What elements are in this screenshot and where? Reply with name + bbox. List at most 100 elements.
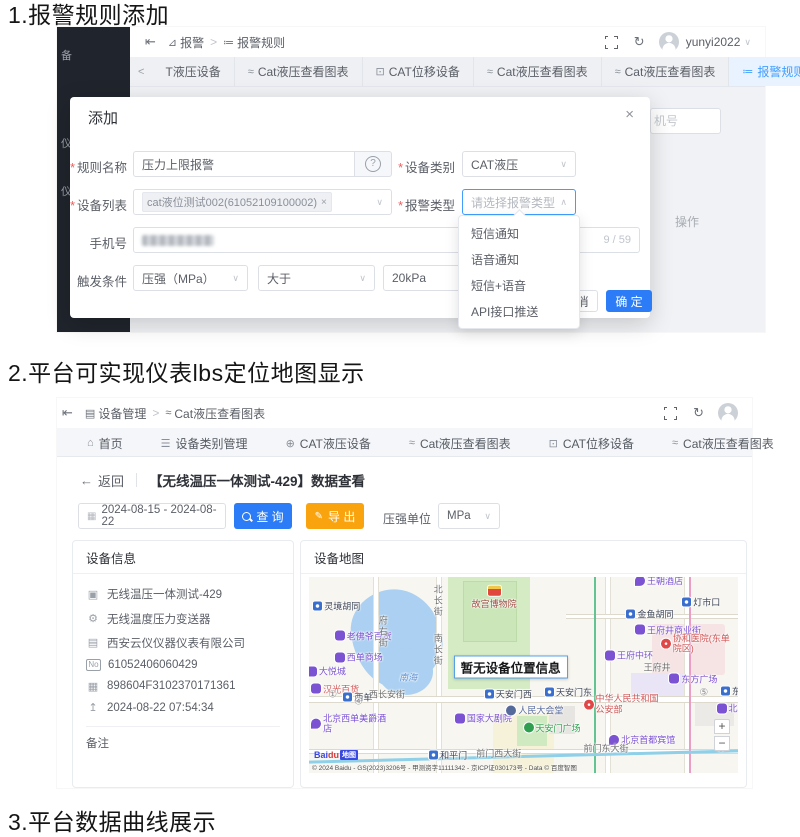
poi-icon bbox=[717, 703, 727, 713]
subway-station-icon bbox=[721, 686, 730, 695]
palace-icon bbox=[488, 585, 501, 595]
chevron-down-icon: ∨ bbox=[484, 511, 491, 522]
map-label-text: 大悦城 bbox=[319, 665, 346, 678]
dropdown-option[interactable]: 短信通知 bbox=[459, 220, 579, 246]
company-icon: ▤ bbox=[86, 636, 100, 649]
baidu-map[interactable]: 暂无设备位置信息 + − Baidu地图 © 2024 Baidu - GS(2… bbox=[309, 577, 738, 773]
divider bbox=[86, 726, 280, 727]
modal-title: 添加 bbox=[88, 107, 118, 128]
rule-name-help[interactable]: ? bbox=[355, 151, 392, 177]
username[interactable]: yunyi2022 bbox=[686, 35, 741, 49]
breadcrumb-section[interactable]: 设备管理 bbox=[98, 405, 146, 422]
collapse-menu-icon[interactable]: ⇤ bbox=[145, 34, 156, 50]
tab-Cat液压查看图表[interactable]: ≈Cat液压查看图表 bbox=[474, 57, 602, 86]
trigger-operator-select[interactable]: 大于∨ bbox=[258, 265, 375, 291]
divider bbox=[136, 473, 137, 487]
subway-station-icon bbox=[313, 602, 322, 611]
breadcrumb-section[interactable]: 报警 bbox=[180, 34, 204, 51]
chevron-down-icon: ∨ bbox=[560, 159, 567, 170]
zoom-out-button[interactable]: − bbox=[714, 736, 730, 751]
export-button[interactable]: ✎导 出 bbox=[306, 503, 364, 529]
tab-bar: ⌂首页☰设备类别管理⊕CAT液压设备≈Cat液压查看图表⊡CAT位移设备≈Cat… bbox=[57, 428, 752, 457]
chart-icon: ≈ bbox=[248, 66, 254, 78]
breadcrumb-page: Cat液压查看图表 bbox=[174, 405, 265, 422]
doc-heading-1: 1.报警规则添加 bbox=[8, 0, 169, 30]
tab-首页[interactable]: ⌂首页 bbox=[75, 430, 135, 456]
device-info-value: 61052406060429 bbox=[108, 659, 198, 671]
map-label-text: 天安门广场 bbox=[536, 721, 581, 734]
back-arrow-icon[interactable]: ← bbox=[80, 473, 93, 488]
device-info-value: 无线温压一体测试-429 bbox=[107, 586, 222, 602]
pressure-unit-select[interactable]: MPa∨ bbox=[438, 503, 500, 529]
dropdown-option[interactable]: 短信+语音 bbox=[459, 272, 579, 298]
subway-station-icon bbox=[429, 751, 438, 760]
map-label: ① bbox=[328, 689, 337, 700]
rule-name-input[interactable]: 压力上限报警 bbox=[133, 151, 355, 177]
device-info-value: 2024-08-22 07:54:34 bbox=[107, 702, 214, 714]
map-label: 前门东大街 bbox=[584, 741, 629, 754]
device-info-item: ▤西安云仪仪器仪表有限公司 bbox=[73, 631, 293, 655]
poi-icon bbox=[635, 625, 645, 635]
collapse-menu-icon[interactable]: ⇤ bbox=[62, 405, 73, 421]
refresh-icon[interactable]: ↻ bbox=[634, 34, 645, 50]
device-info-item: ▦898604F3102370171361 bbox=[73, 676, 293, 697]
tab-scroll-left-icon[interactable]: < bbox=[130, 57, 152, 86]
map-label: 前门西大街 bbox=[476, 747, 521, 760]
map-label: 王朝酒店 bbox=[635, 577, 683, 586]
hotel-icon bbox=[635, 577, 645, 586]
tab-T液压设备[interactable]: T液压设备 bbox=[152, 57, 234, 86]
subway-station-icon bbox=[343, 692, 352, 701]
zoom-in-button[interactable]: + bbox=[714, 719, 730, 734]
fullscreen-icon[interactable] bbox=[664, 407, 677, 420]
chartbox-icon: ⊡ bbox=[549, 437, 558, 450]
map-label-text: 协和医院(东单院区) bbox=[673, 633, 737, 654]
device-tag: cat液位测试002(61052109100002)× bbox=[142, 192, 332, 212]
map-label: 南长街 bbox=[432, 633, 445, 666]
device-category-select[interactable]: CAT液压∨ bbox=[462, 151, 576, 177]
tab-CAT位移设备[interactable]: ⊡CAT位移设备 bbox=[537, 430, 646, 456]
map-label-text: 西长安街 bbox=[369, 687, 405, 700]
tab-Cat液压查看图表[interactable]: ≈Cat液压查看图表 bbox=[235, 57, 363, 86]
tab-Cat液压查看图表[interactable]: ≈Cat液压查看图表 bbox=[660, 430, 786, 456]
map-copyright: © 2024 Baidu - GS(2023)3206号 - 甲测资字11111… bbox=[312, 762, 577, 772]
alarm-icon: ⊿ bbox=[168, 36, 177, 49]
map-label: 北京饭店 bbox=[717, 702, 738, 715]
query-button[interactable]: 查 询 bbox=[234, 503, 292, 529]
device-info-title: 设备信息 bbox=[73, 541, 293, 574]
dropdown-option[interactable]: 语音通知 bbox=[459, 246, 579, 272]
tab-Cat液压查看图表[interactable]: ≈Cat液压查看图表 bbox=[397, 430, 523, 456]
avatar[interactable] bbox=[718, 403, 738, 423]
map-label: 故宫博物院 bbox=[472, 585, 517, 609]
refresh-icon[interactable]: ↻ bbox=[693, 405, 704, 421]
export-icon: ✎ bbox=[315, 511, 323, 522]
back-link[interactable]: 返回 bbox=[98, 471, 124, 490]
rule-icon: ≔ bbox=[742, 65, 753, 78]
tab-CAT液压设备[interactable]: ⊕CAT液压设备 bbox=[274, 430, 383, 456]
map-label-text: 东单 bbox=[732, 684, 738, 697]
chartbox-icon: ⊡ bbox=[376, 65, 385, 78]
map-label: 南海 bbox=[399, 670, 417, 683]
date-range-picker[interactable]: ▦ 2024-08-15 - 2024-08-22 bbox=[78, 503, 226, 529]
tab-bar: < T液压设备≈Cat液压查看图表⊡CAT位移设备≈Cat液压查看图表≈Cat液… bbox=[130, 57, 765, 87]
chart-icon: ≈ bbox=[165, 407, 171, 419]
device-info-value: 无线温度压力变送器 bbox=[107, 611, 211, 627]
tab-Cat液压查看图表[interactable]: ≈Cat液压查看图表 bbox=[602, 57, 730, 86]
avatar[interactable] bbox=[659, 32, 679, 52]
tab-设备类别管理[interactable]: ☰设备类别管理 bbox=[149, 430, 260, 456]
remove-tag-icon[interactable]: × bbox=[321, 197, 327, 208]
time-icon: ↥ bbox=[86, 701, 100, 714]
fullscreen-icon[interactable] bbox=[605, 36, 618, 49]
chevron-down-icon: ∨ bbox=[376, 197, 383, 208]
confirm-button[interactable]: 确 定 bbox=[606, 290, 652, 312]
map-label: 人民大会堂 bbox=[506, 704, 563, 717]
dropdown-option[interactable]: API接口推送 bbox=[459, 298, 579, 324]
trigger-param-select[interactable]: 压强（MPa）∨ bbox=[133, 265, 248, 291]
tab-CAT位移设备[interactable]: ⊡CAT位移设备 bbox=[363, 57, 474, 86]
chart-icon: ≈ bbox=[409, 437, 415, 449]
modal-close-icon[interactable]: × bbox=[625, 106, 634, 123]
device-list-select[interactable]: cat液位测试002(61052109100002)× ∨ bbox=[133, 189, 392, 215]
tab-报警规则[interactable]: ≔报警规则× bbox=[729, 57, 800, 86]
required-asterisk: * bbox=[70, 161, 75, 175]
no-location-tooltip: 暂无设备位置信息 bbox=[454, 656, 568, 679]
remark-label: 备注 bbox=[73, 733, 293, 753]
